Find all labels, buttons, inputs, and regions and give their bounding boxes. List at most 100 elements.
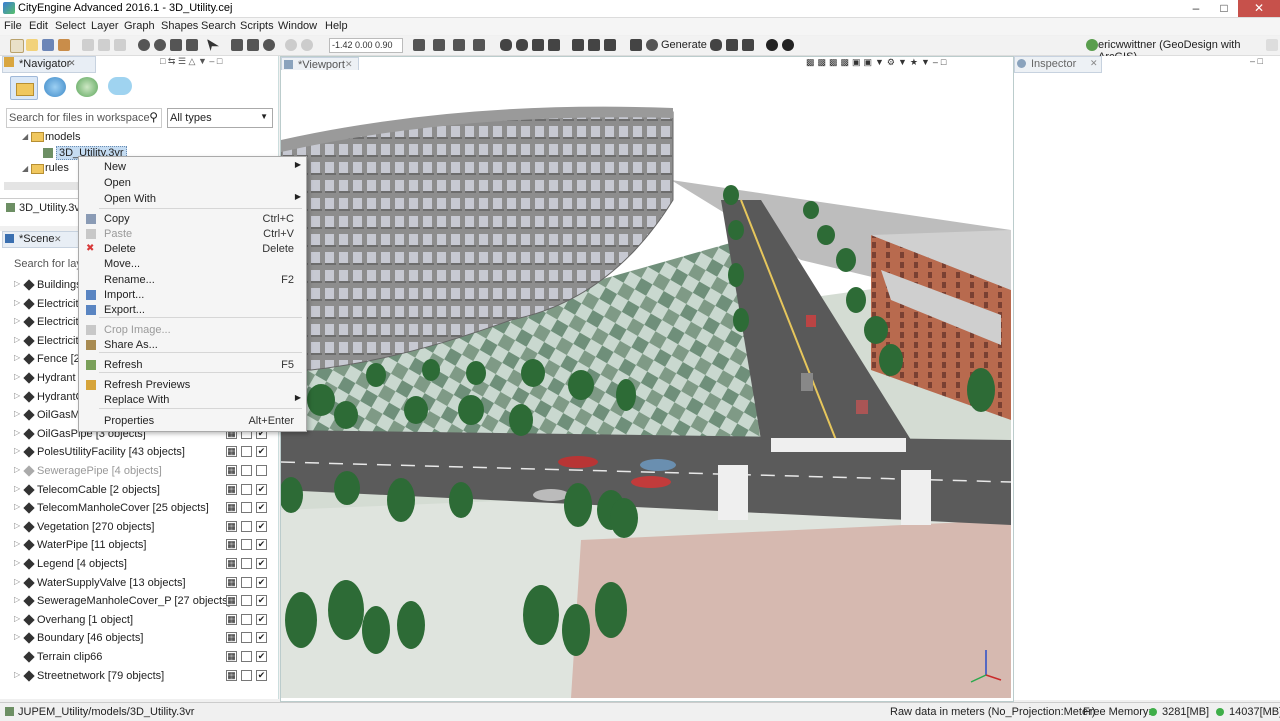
layer-visible-checkbox[interactable]: ✔ bbox=[256, 632, 267, 644]
layer-row[interactable]: ▷ Streetnetwork [79 objects] ▦ ✔ bbox=[0, 667, 278, 685]
draw-rectangle-icon[interactable] bbox=[473, 39, 485, 51]
menu-layer[interactable]: Layer bbox=[91, 20, 119, 32]
menu-item-move[interactable]: Move... bbox=[79, 257, 306, 272]
layer-select-toggle[interactable] bbox=[241, 465, 252, 476]
new-file-icon[interactable] bbox=[10, 39, 24, 53]
layer-lock-toggle[interactable]: ▦ bbox=[226, 669, 237, 681]
menu-item-open-with[interactable]: Open With ▶ bbox=[79, 192, 306, 207]
layer-lock-toggle[interactable]: ▦ bbox=[226, 446, 237, 458]
menu-item-new[interactable]: New ▶ bbox=[79, 160, 306, 175]
close-scene-tab-icon[interactable]: ✕ bbox=[54, 234, 62, 245]
paint-icon[interactable] bbox=[742, 39, 754, 51]
menu-item-refresh-previews[interactable]: Refresh Previews bbox=[79, 378, 306, 393]
maximize-button[interactable]: □ bbox=[1210, 0, 1238, 17]
perspective-icon[interactable] bbox=[1266, 39, 1278, 51]
layer-row[interactable]: ▷ SewerageManholeCover_P [27 objects] ▦ ✔ bbox=[0, 592, 278, 610]
menu-item-delete[interactable]: ✖ Delete Delete bbox=[79, 242, 306, 257]
cut-icon[interactable] bbox=[82, 39, 94, 51]
layer-row[interactable]: ▷ Overhang [1 object] ▦ ✔ bbox=[0, 611, 278, 629]
draw-street-icon[interactable] bbox=[433, 39, 445, 51]
layer-lock-toggle[interactable]: ▦ bbox=[226, 465, 237, 476]
menu-item-paste[interactable]: Paste Ctrl+V bbox=[79, 227, 306, 242]
transform-icon[interactable] bbox=[186, 39, 198, 51]
rotate-icon[interactable] bbox=[154, 39, 166, 51]
layer-row[interactable]: ▷ SeweragePipe [4 objects] ▦ bbox=[0, 462, 278, 480]
3d-scene-view[interactable] bbox=[281, 70, 1011, 698]
menu-search[interactable]: Search bbox=[201, 20, 236, 32]
sun-icon[interactable] bbox=[766, 39, 778, 51]
layer-select-toggle[interactable] bbox=[241, 483, 252, 495]
layer-visible-checkbox[interactable] bbox=[256, 465, 267, 476]
layer-row[interactable]: Terrain clip66 ▦ ✔ bbox=[0, 648, 278, 666]
library-icon[interactable] bbox=[76, 77, 98, 97]
snap-grid-icon[interactable] bbox=[301, 39, 313, 51]
navigator-search-input[interactable]: Search for files in workspace ⚲ bbox=[6, 108, 162, 128]
menu-help[interactable]: Help bbox=[325, 20, 348, 32]
tree-folder-rules[interactable]: rules bbox=[45, 162, 69, 174]
expand-layer-icon[interactable]: ▷ bbox=[14, 391, 20, 400]
layer-select-toggle[interactable] bbox=[241, 613, 252, 625]
inspector-min-max-controls[interactable]: – □ bbox=[1250, 56, 1263, 66]
layer-select-toggle[interactable] bbox=[241, 446, 252, 458]
layer-visible-checkbox[interactable]: ✔ bbox=[256, 446, 267, 458]
expand-layer-icon[interactable]: ▷ bbox=[14, 409, 20, 418]
layer-select-toggle[interactable] bbox=[241, 576, 252, 588]
menu-item-properties[interactable]: Properties Alt+Enter bbox=[79, 414, 306, 429]
layer-lock-toggle[interactable]: ▦ bbox=[226, 483, 237, 495]
tab-navigator[interactable]: *Navigator bbox=[2, 56, 96, 73]
layer-visible-checkbox[interactable]: ✔ bbox=[256, 558, 267, 569]
expand-layer-icon[interactable]: ▷ bbox=[14, 539, 20, 548]
menu-item-import[interactable]: Import... bbox=[79, 288, 306, 303]
menu-graph[interactable]: Graph bbox=[124, 20, 155, 32]
align-4-icon[interactable] bbox=[588, 39, 600, 51]
generate-button[interactable]: Generate bbox=[661, 39, 707, 51]
cleanup-icon[interactable] bbox=[726, 39, 738, 51]
copy-tool-icon[interactable] bbox=[98, 39, 110, 51]
generate-icon[interactable] bbox=[646, 39, 658, 51]
layer-lock-toggle[interactable]: ▦ bbox=[226, 632, 237, 644]
expand-rules-icon[interactable]: ◢ bbox=[22, 164, 28, 173]
expand-layer-icon[interactable]: ▷ bbox=[14, 316, 20, 325]
scale-icon[interactable] bbox=[170, 39, 182, 51]
layer-row[interactable]: ▷ TelecomManholeCover [25 objects] ▦ ✔ bbox=[0, 499, 278, 517]
menu-window[interactable]: Window bbox=[278, 20, 317, 32]
shape-tool-icon[interactable] bbox=[500, 39, 512, 51]
layer-visible-checkbox[interactable]: ✔ bbox=[256, 669, 267, 681]
expand-layer-icon[interactable]: ▷ bbox=[14, 298, 20, 307]
menu-shapes[interactable]: Shapes bbox=[161, 20, 198, 32]
expand-layer-icon[interactable]: ▷ bbox=[14, 502, 20, 511]
wrench-icon[interactable] bbox=[58, 39, 70, 51]
expand-layer-icon[interactable]: ▷ bbox=[14, 595, 20, 604]
expand-layer-icon[interactable]: ▷ bbox=[14, 372, 20, 381]
layer-lock-toggle[interactable]: ▦ bbox=[226, 576, 237, 588]
expand-layer-icon[interactable]: ▷ bbox=[14, 446, 20, 455]
menu-item-rename[interactable]: Rename... F2 bbox=[79, 273, 306, 288]
layer-lock-toggle[interactable]: ▦ bbox=[226, 613, 237, 625]
menu-item-crop-image[interactable]: Crop Image... bbox=[79, 323, 306, 338]
layer-lock-toggle[interactable]: ▦ bbox=[226, 558, 237, 569]
layer-visible-checkbox[interactable]: ✔ bbox=[256, 483, 267, 495]
layer-select-toggle[interactable] bbox=[241, 502, 252, 514]
layer-select-toggle[interactable] bbox=[241, 595, 252, 607]
layer-row[interactable]: ▷ PolesUtilityFacility [43 objects] ▦ ✔ bbox=[0, 443, 278, 461]
search-icon[interactable]: ⚲ bbox=[149, 110, 158, 124]
expand-layer-icon[interactable]: ▷ bbox=[14, 353, 20, 362]
pan-icon[interactable] bbox=[231, 39, 243, 51]
layer-lock-toggle[interactable]: ▦ bbox=[226, 520, 237, 532]
expand-layer-icon[interactable]: ▷ bbox=[14, 335, 20, 344]
align-2-icon[interactable] bbox=[548, 39, 560, 51]
layer-row[interactable]: ▷ Legend [4 objects] ▦ ✔ bbox=[0, 555, 278, 573]
menu-item-copy[interactable]: Copy Ctrl+C bbox=[79, 212, 306, 227]
generate-2-icon[interactable] bbox=[710, 39, 722, 51]
layer-select-toggle[interactable] bbox=[241, 669, 252, 681]
expand-layer-icon[interactable]: ▷ bbox=[14, 279, 20, 288]
coordinate-field[interactable]: -1.42 0.00 0.90 bbox=[329, 38, 403, 53]
minimize-button[interactable]: – bbox=[1182, 0, 1210, 17]
preview-file-tab[interactable]: 3D_Utility.3vr bbox=[19, 202, 84, 214]
arcgis-online-icon[interactable] bbox=[44, 77, 66, 97]
layer-lock-toggle[interactable]: ▦ bbox=[226, 539, 237, 551]
zoom-icon[interactable] bbox=[263, 39, 275, 51]
layer-row[interactable]: ▷ Vegetation [270 objects] ▦ ✔ bbox=[0, 518, 278, 536]
layer-lock-toggle[interactable]: ▦ bbox=[226, 651, 237, 662]
expand-layer-icon[interactable]: ▷ bbox=[14, 632, 20, 641]
